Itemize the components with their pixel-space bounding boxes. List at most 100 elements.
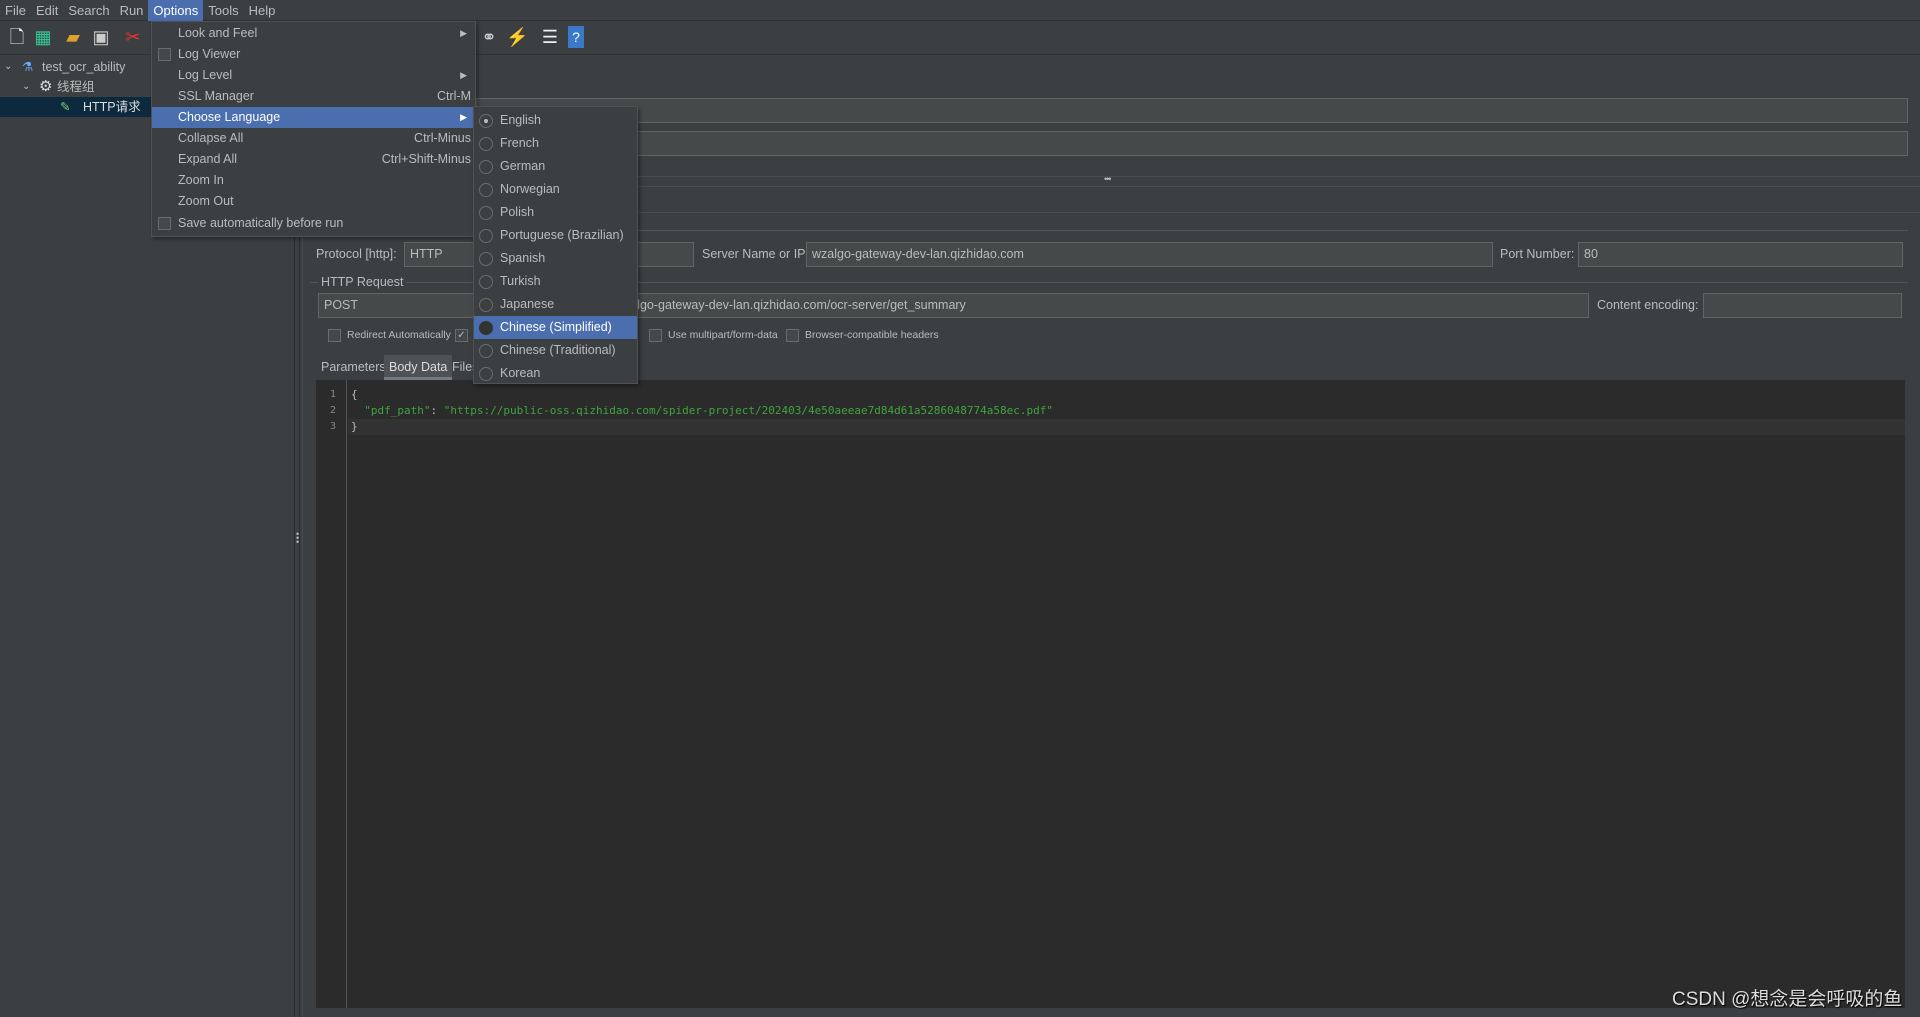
port-label: Port Number: (1500, 247, 1575, 261)
tab-parameters[interactable]: Parameters (316, 355, 391, 380)
templates-icon[interactable]: ▦ (32, 26, 54, 48)
checkbox-icon[interactable] (158, 48, 171, 61)
radio-icon[interactable] (479, 206, 493, 220)
language-option-norwegian[interactable]: Norwegian (474, 178, 637, 201)
server-field[interactable]: wzalgo-gateway-dev-lan.qizhidao.com (806, 242, 1493, 267)
line-number: 1 (329, 389, 336, 400)
language-label: Korean (500, 366, 541, 380)
menu-item-label: Choose Language (178, 110, 281, 124)
help-icon[interactable]: ? (568, 26, 584, 48)
menu-item-label: Log Level (178, 68, 233, 82)
watermark: CSDN @想念是会呼吸的鱼 (1672, 989, 1903, 1010)
code-line: "pdf_path": "https://public-oss.qizhidao… (351, 403, 1053, 419)
menu-item-expand-all[interactable]: Expand All Ctrl+Shift-Minus (152, 149, 475, 170)
menu-item-log-viewer[interactable]: Log Viewer (152, 44, 475, 65)
radio-icon[interactable] (479, 160, 493, 174)
menu-item-zoom-out[interactable]: Zoom Out (152, 191, 475, 212)
menu-item-ssl-manager[interactable]: SSL Manager Ctrl-M (152, 86, 475, 107)
radio-icon[interactable] (479, 229, 493, 243)
menu-search[interactable]: Search (63, 0, 114, 21)
radio-icon[interactable] (479, 367, 493, 381)
radio-icon[interactable] (479, 252, 493, 266)
follow-redirects-checkbox[interactable]: ✓ (455, 329, 468, 342)
language-option-turkish[interactable]: Turkish (474, 270, 637, 293)
multipart-label: Use multipart/form-data (668, 329, 778, 341)
line-number: 3 (329, 421, 336, 432)
menu-bar: File Edit Search Run Options Tools Help (0, 0, 1920, 21)
language-option-french[interactable]: French (474, 132, 637, 155)
code-line: { (351, 388, 358, 401)
language-label: Polish (500, 205, 535, 219)
menu-file[interactable]: File (0, 0, 31, 21)
chevron-down-icon[interactable]: ⌄ (4, 57, 12, 77)
comments-field[interactable] (476, 131, 1908, 156)
body-data-editor[interactable]: 1 2 3 { "pdf_path": "https://public-oss.… (316, 380, 1905, 1008)
menu-item-label: Zoom Out (178, 194, 234, 208)
language-option-chinese-traditional[interactable]: Chinese (Traditional) (474, 339, 637, 362)
menu-tools[interactable]: Tools (203, 0, 243, 21)
options-menu: Look and Feel ▶ Log Viewer Log Level ▶ SSL… (151, 21, 476, 237)
search-binoculars-icon[interactable]: ⚭ (478, 26, 500, 48)
menu-item-look-and-feel[interactable]: Look and Feel ▶ (152, 23, 475, 44)
radio-icon[interactable] (479, 321, 493, 335)
name-field[interactable] (476, 98, 1908, 123)
tab-body-data[interactable]: Body Data (384, 355, 453, 380)
radio-icon[interactable] (479, 137, 493, 151)
protocol-label: Protocol [http]: (316, 247, 397, 261)
menu-item-choose-language[interactable]: Choose Language ▶ (152, 107, 475, 128)
browser-headers-checkbox[interactable] (786, 329, 799, 342)
language-option-polish[interactable]: Polish (474, 201, 637, 224)
menu-edit[interactable]: Edit (31, 0, 63, 21)
test-plan-flask-icon: ⚗ (22, 60, 34, 74)
collapse-handle-icon[interactable]: ••• (1104, 174, 1112, 184)
port-field[interactable]: 80 (1578, 242, 1903, 267)
language-option-german[interactable]: German (474, 155, 637, 178)
encoding-label: Content encoding: (1597, 298, 1699, 312)
radio-icon[interactable] (479, 275, 493, 289)
radio-icon[interactable] (479, 183, 493, 197)
encoding-field[interactable] (1703, 293, 1902, 318)
json-separator: : (430, 404, 444, 417)
radio-icon[interactable] (479, 298, 493, 312)
save-icon[interactable]: ▣ (90, 26, 112, 48)
radio-icon[interactable] (479, 344, 493, 358)
menu-item-zoom-in[interactable]: Zoom In (152, 170, 475, 191)
language-label: Spanish (500, 251, 546, 265)
menu-help[interactable]: Help (244, 0, 281, 21)
language-label: Chinese (Traditional) (500, 343, 616, 357)
browser-headers-label: Browser-compatible headers (805, 329, 939, 341)
multipart-checkbox[interactable] (649, 329, 662, 342)
submenu-arrow-icon: ▶ (460, 70, 467, 80)
drag-handle-icon[interactable]: • • • (296, 530, 299, 547)
language-option-korean[interactable]: Korean (474, 362, 637, 385)
path-field[interactable]: zalgo-gateway-dev-lan.qizhidao.com/ocr-s… (618, 293, 1589, 318)
language-option-chinese-simplified[interactable]: Chinese (Simplified) (474, 316, 637, 339)
language-option-english[interactable]: English (474, 109, 637, 132)
redirect-automatically-checkbox[interactable] (328, 329, 341, 342)
thread-group-gear-icon: ⚙ (39, 78, 53, 95)
open-icon[interactable]: ▰ (62, 26, 84, 48)
sampler-pipette-icon: ✎ (60, 100, 71, 114)
language-label: English (500, 113, 541, 127)
menu-item-collapse-all[interactable]: Collapse All Ctrl-Minus (152, 128, 475, 149)
radio-icon[interactable] (479, 114, 493, 128)
menu-run[interactable]: Run (115, 0, 149, 21)
function-helper-icon[interactable]: ☰ (539, 26, 561, 48)
language-label: Chinese (Simplified) (500, 320, 612, 334)
checkbox-icon[interactable] (158, 217, 171, 230)
language-option-portuguese-brazilian[interactable]: Portuguese (Brazilian) (474, 224, 637, 247)
shortcut-label: Ctrl-Minus (414, 131, 471, 145)
menu-options[interactable]: Options (148, 0, 204, 21)
language-option-japanese[interactable]: Japanese (474, 293, 637, 316)
menu-item-save-automatically[interactable]: Save automatically before run (152, 213, 475, 234)
new-file-icon[interactable]: 🗋 (6, 26, 28, 48)
submenu-arrow-icon: ▶ (460, 112, 467, 122)
language-option-spanish[interactable]: Spanish (474, 247, 637, 270)
chevron-down-icon[interactable]: ⌄ (22, 77, 30, 97)
menu-item-log-level[interactable]: Log Level ▶ (152, 65, 475, 86)
server-label: Server Name or IP: (702, 247, 809, 261)
cut-icon[interactable]: ✂ (122, 26, 144, 48)
clear-broom-icon[interactable]: ⚡ (506, 26, 528, 48)
json-key: "pdf_path" (364, 404, 431, 417)
menu-item-label: Expand All (178, 152, 238, 166)
